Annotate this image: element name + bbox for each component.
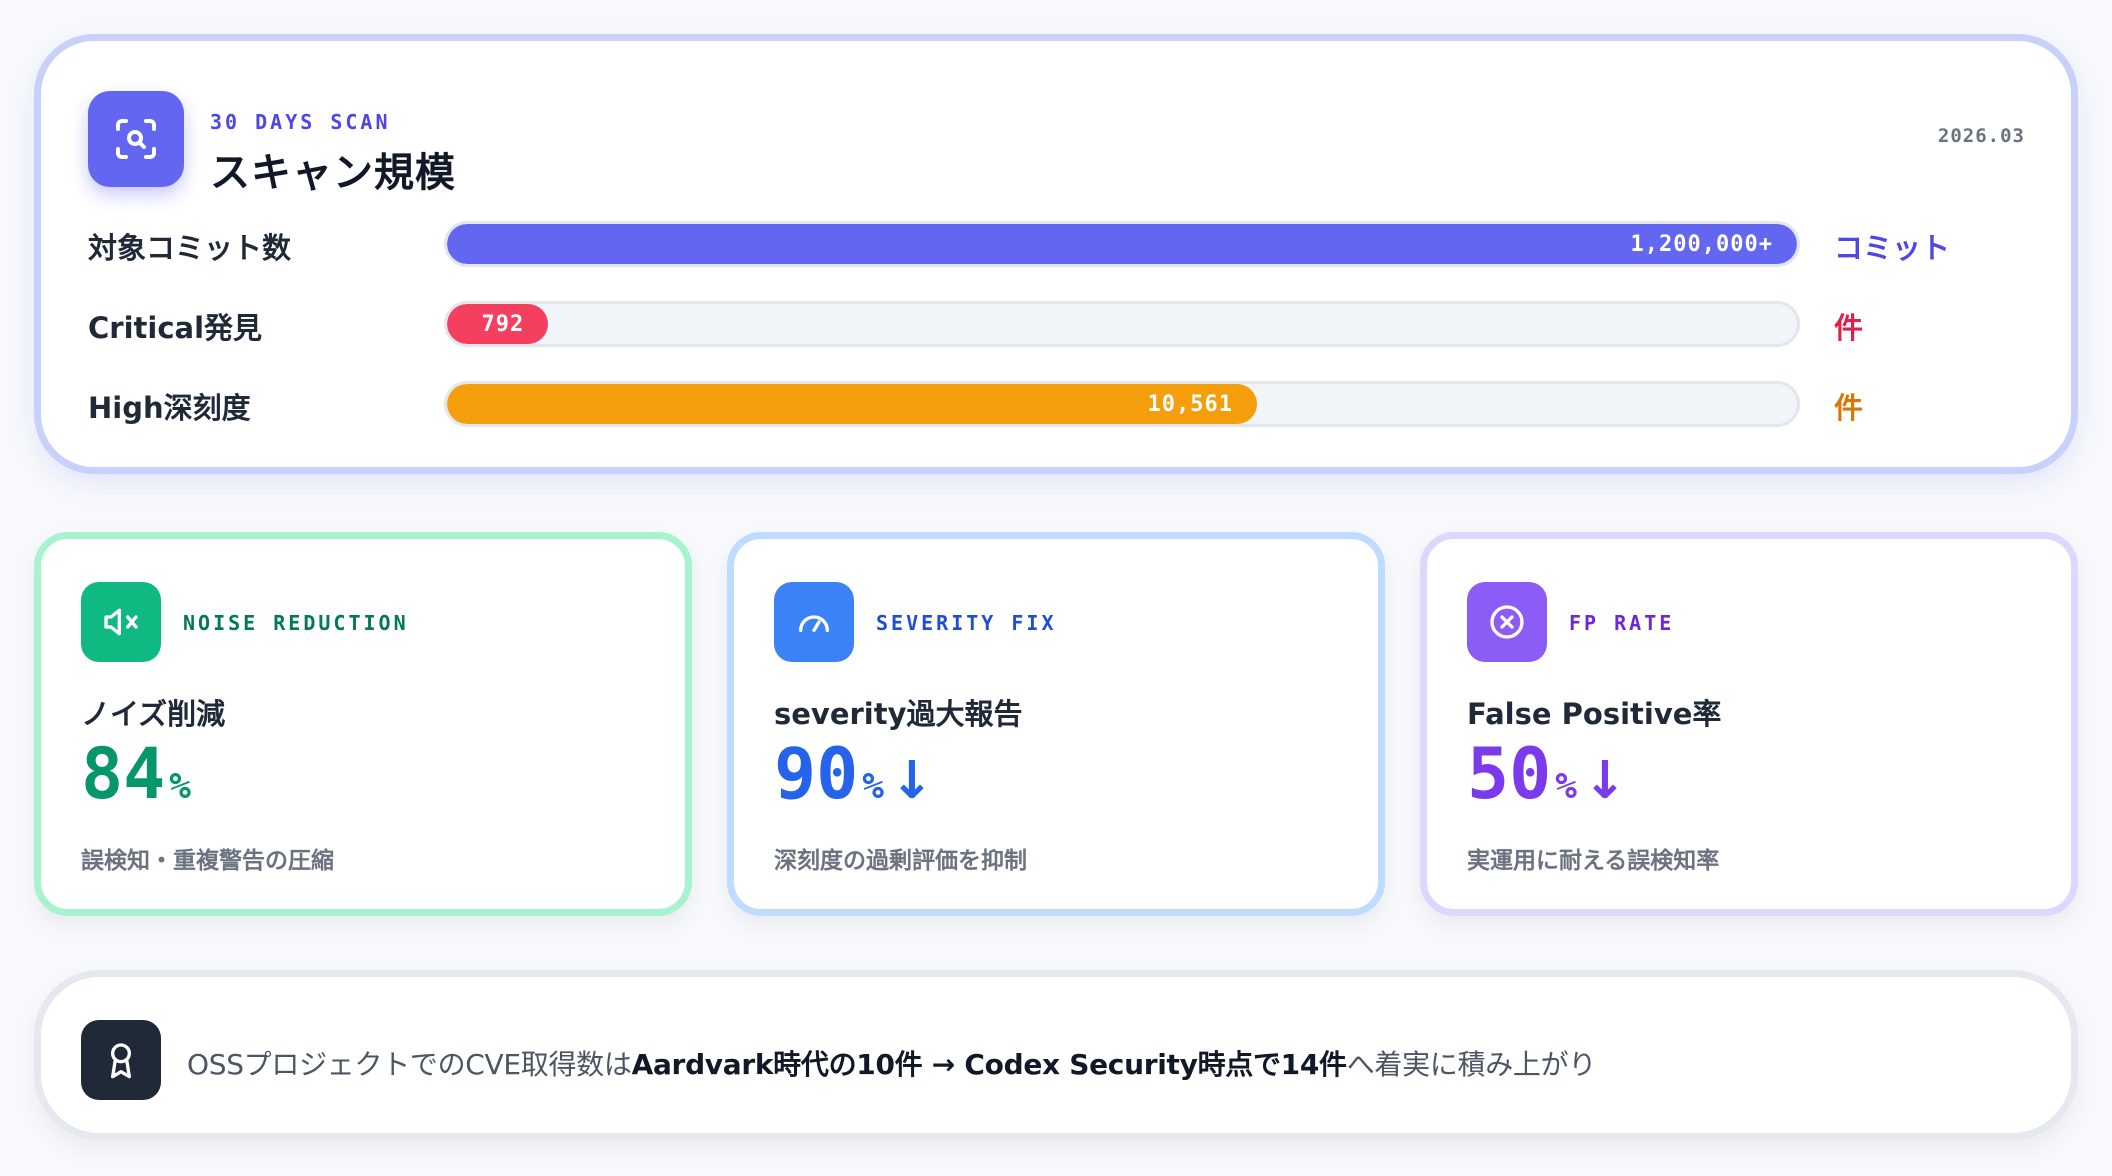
- metric-title: severity過大報告: [774, 697, 1023, 731]
- metric-title: ノイズ削減: [81, 697, 226, 731]
- metric-value: 90 % ↓: [774, 739, 934, 829]
- scan-scale-card: 30 DAYS SCAN スキャン規模 2026.03 対象コミット数 1,20…: [34, 34, 2078, 474]
- mute-speaker-icon: [104, 608, 138, 636]
- bar-fill: 792: [447, 304, 549, 344]
- bar-label: Critical発見: [88, 311, 263, 345]
- bar-track: 10,561: [444, 381, 1800, 427]
- bar-value: 792: [481, 311, 525, 337]
- metric-description: 実運用に耐える誤検知率: [1467, 848, 1720, 874]
- bar-value: 1,200,000+: [1630, 231, 1773, 257]
- down-arrow-icon: ↓: [1582, 751, 1627, 811]
- gauge-icon: [799, 615, 829, 632]
- metric-value: 84 %: [81, 739, 197, 829]
- bar-fill: 10,561: [447, 384, 1257, 424]
- note-highlight: Aardvark時代の10件 → Codex Security時点で14件: [631, 1048, 1347, 1081]
- cve-note-card: OSSプロジェクトでのCVE取得数はAardvark時代の10件 → Codex…: [34, 970, 2078, 1140]
- metric-kicker: FP RATE: [1569, 611, 1675, 635]
- metric-icon-tile: [1467, 582, 1547, 662]
- note-prefix: OSSプロジェクトでのCVE取得数は: [187, 1048, 632, 1081]
- metric-kicker: NOISE REDUCTION: [183, 611, 409, 635]
- award-icon: [111, 1043, 131, 1079]
- metric-title: False Positive率: [1467, 697, 1722, 731]
- bar-row-high: High深刻度 10,561 件: [41, 381, 2071, 427]
- bar-track: 792: [444, 301, 1800, 347]
- metric-icon-tile: [81, 582, 161, 662]
- metric-card-severity-fix: SEVERITY FIX severity過大報告 90 % ↓ 深刻度の過剰評…: [727, 532, 1385, 916]
- note-icon-tile: [81, 1020, 161, 1100]
- note-text: OSSプロジェクトでのCVE取得数はAardvark時代の10件 → Codex…: [187, 1043, 1596, 1083]
- metric-number: 84: [81, 733, 166, 815]
- note-suffix: へ着実に積み上がり: [1346, 1048, 1597, 1081]
- scan-search-icon: [116, 119, 156, 159]
- scan-icon-tile: [88, 91, 184, 187]
- metric-description: 深刻度の過剰評価を抑制: [774, 848, 1027, 874]
- scan-kicker: 30 DAYS SCAN: [210, 110, 391, 134]
- metric-number: 90: [774, 733, 859, 815]
- bar-unit: コミット: [1834, 231, 1951, 265]
- metric-icon-tile: [774, 582, 854, 662]
- metric-description: 誤検知・重複警告の圧縮: [81, 848, 334, 874]
- metric-card-fp-rate: FP RATE False Positive率 50 % ↓ 実運用に耐える誤検…: [1420, 532, 2078, 916]
- bar-track: 1,200,000+: [444, 221, 1800, 267]
- metric-percent-sign: %: [169, 766, 191, 807]
- bar-row-critical: Critical発見 792 件: [41, 301, 2071, 347]
- down-arrow-icon: ↓: [889, 751, 934, 811]
- metric-percent-sign: %: [862, 766, 884, 807]
- metric-value: 50 % ↓: [1467, 739, 1627, 829]
- bar-unit: 件: [1834, 311, 1864, 345]
- metric-percent-sign: %: [1555, 766, 1577, 807]
- metric-number: 50: [1467, 733, 1552, 815]
- scan-title: スキャン規模: [210, 150, 456, 196]
- bar-value: 10,561: [1147, 391, 1233, 417]
- bar-label: 対象コミット数: [88, 231, 292, 265]
- scan-date: 2026.03: [1937, 125, 2025, 147]
- metric-kicker: SEVERITY FIX: [876, 611, 1057, 635]
- bar-label: High深刻度: [88, 391, 251, 425]
- bar-unit: 件: [1834, 391, 1864, 425]
- metric-card-noise-reduction: NOISE REDUCTION ノイズ削減 84 % 誤検知・重複警告の圧縮: [34, 532, 692, 916]
- bar-row-commits: 対象コミット数 1,200,000+ コミット: [41, 221, 2071, 267]
- x-circle-icon: [1490, 605, 1524, 639]
- bar-fill: 1,200,000+: [447, 224, 1797, 264]
